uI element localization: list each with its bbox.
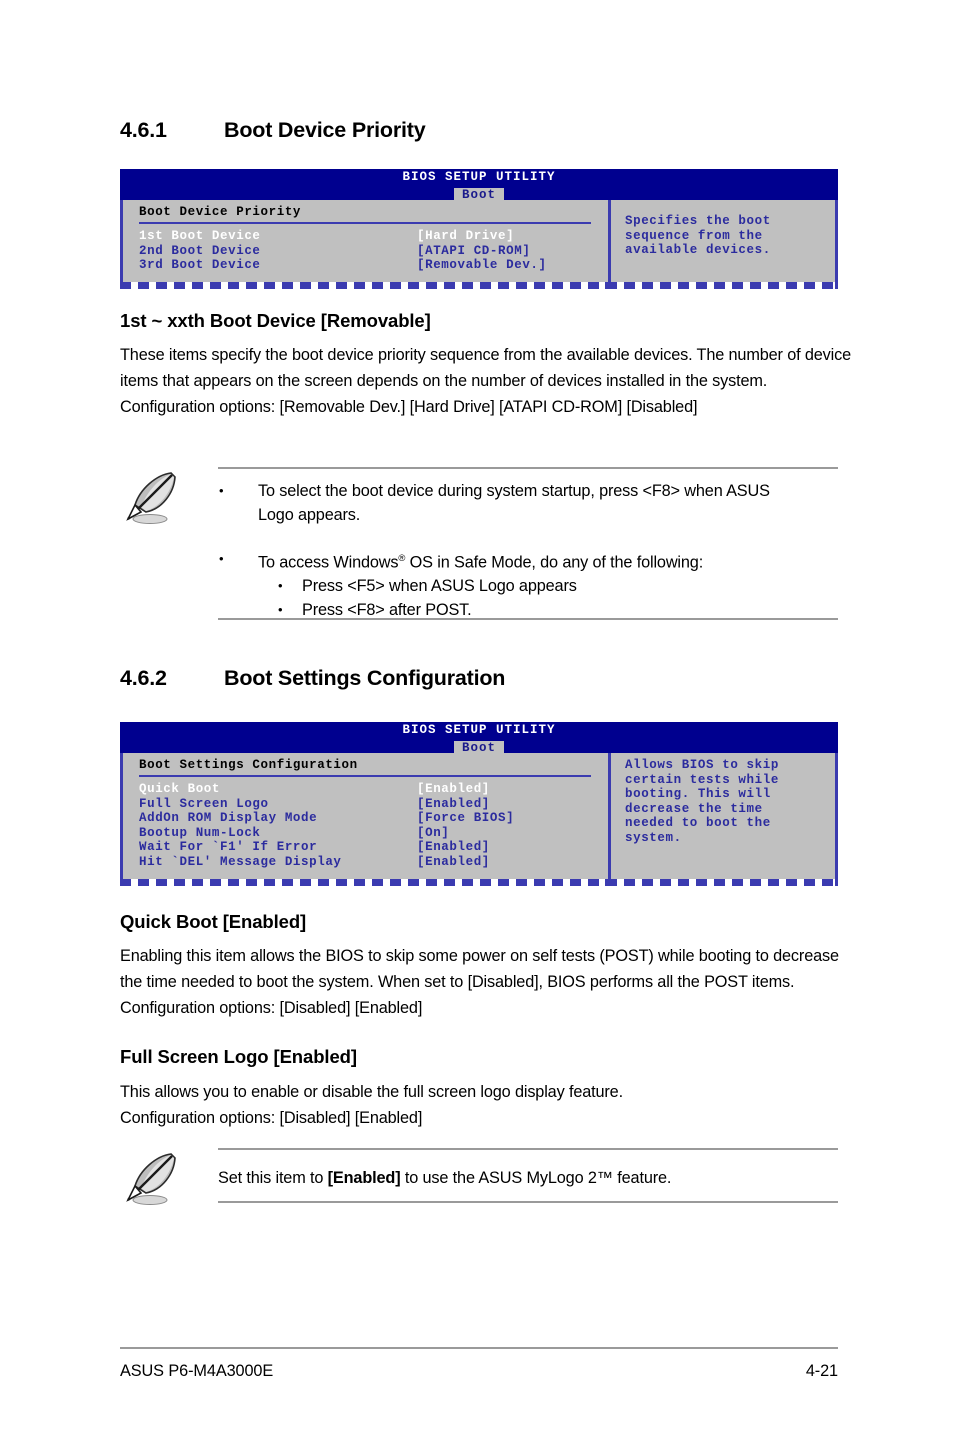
note-bullet-1-line1: To select the boot device during system … — [258, 482, 770, 500]
bios-torn-edge-1 — [120, 282, 838, 289]
bios-divider-2 — [139, 775, 591, 777]
quill-pen-icon — [126, 1153, 176, 1205]
bios-panel-title-1: Boot Device Priority — [139, 205, 302, 219]
bios-setting-row[interactable]: Wait For `F1' If Error [Enabled] — [139, 840, 608, 855]
bios-setting-row[interactable]: 3rd Boot Device [Removable Dev.] — [139, 258, 608, 273]
bios-setting-row[interactable]: Quick Boot [Enabled] — [139, 782, 608, 797]
note-subbullet-1-text: Press <F5> when ASUS Logo appears — [302, 577, 577, 596]
bios-setting-row[interactable]: AddOn ROM Display Mode [Force BIOS] — [139, 811, 608, 826]
footer-divider — [120, 1347, 838, 1349]
note-box-2: Set this item to [Enabled] to use the AS… — [120, 1148, 838, 1205]
bullet-glyph: • — [219, 551, 224, 566]
note-content-2: Set this item to [Enabled] to use the AS… — [218, 1166, 838, 1190]
bios-setting-row[interactable]: 1st Boot Device [Hard Drive] — [139, 229, 608, 244]
bios-setting-label: Wait For `F1' If Error — [139, 840, 318, 854]
bios-setting-label: Full Screen Logo — [139, 796, 269, 811]
section-heading-461: 4.6.1 Boot Device Priority — [120, 118, 426, 143]
note-rule-top-2 — [218, 1148, 838, 1150]
bios-setting-label: AddOn ROM Display Mode — [139, 811, 318, 825]
note-bullet-2-post: OS in Safe Mode, do any of the following… — [405, 553, 704, 572]
note-rule-bottom-1 — [218, 618, 838, 620]
bullet-glyph: • — [219, 483, 224, 498]
bios-setting-value: [Enabled] — [417, 782, 490, 796]
quill-pen-icon — [126, 472, 176, 524]
bios-screenshot-boot-settings-config: BIOS SETUP UTILITY Boot Boot Settings Co… — [120, 722, 838, 886]
note-2-text-bold: [Enabled] — [327, 1169, 401, 1187]
bios-help-pane-2: Allows BIOS to skip certain tests while bo… — [611, 753, 835, 879]
subheading-boot-device: 1st ~ xxth Boot Device [Removable] — [120, 310, 431, 331]
bios-setting-row[interactable]: Bootup Num-Lock [On] — [139, 826, 608, 841]
bios-utility-title-2: BIOS SETUP UTILITY — [402, 723, 556, 737]
paragraph-full-screen-logo: This allows you to enable or disable the… — [120, 1083, 623, 1127]
bios-title-bar-2: BIOS SETUP UTILITY Boot — [120, 722, 838, 756]
manual-page: 4.6.1 Boot Device Priority BIOS SETUP UTI… — [0, 0, 954, 1438]
bios-setting-value: [Force BIOS] — [417, 811, 515, 825]
bios-setting-label: 1st Boot Device — [139, 229, 261, 243]
note-subbullet-2-text: Press <F8> after POST. — [302, 601, 472, 620]
note-subbullet-1: • Press <F5> when ASUS Logo appears — [258, 574, 838, 598]
bios-setting-value: [Hard Drive] — [417, 229, 515, 243]
note-content-1: • To select the boot device during syste… — [218, 479, 838, 622]
bios-screenshot-boot-device-priority: BIOS SETUP UTILITY Boot Boot Device Prio… — [120, 169, 838, 289]
bios-setting-value: [ATAPI CD-ROM] — [417, 243, 531, 258]
paragraph-quick-boot: Enabling this item allows the BIOS to sk… — [120, 947, 839, 1017]
bios-help-text-2: Allows BIOS to skip certain tests while bo… — [625, 758, 779, 845]
bullet-glyph: • — [278, 578, 283, 594]
section-title-462: Boot Settings Configuration — [224, 666, 506, 690]
bios-body-2: Boot Settings Configuration Quick Boot [E… — [120, 753, 838, 879]
paragraph-boot-device: These items specify the boot device prio… — [120, 346, 852, 416]
note-bullet-1-line2: Logo appears. — [258, 506, 361, 524]
bios-setting-label: 2nd Boot Device — [139, 243, 261, 258]
note-bullet-2-pre: To access Windows — [258, 553, 399, 572]
section-number-462: 4.6.2 — [120, 666, 167, 690]
note-bullet-2: • To access Windows® OS in Safe Mode, do… — [218, 547, 838, 622]
bios-title-bar-1: BIOS SETUP UTILITY Boot — [120, 169, 838, 203]
bios-setting-row[interactable]: Full Screen Logo [Enabled] — [139, 797, 608, 812]
section-heading-462: 4.6.2 Boot Settings Configuration — [120, 666, 505, 691]
bios-divider-1 — [139, 222, 591, 224]
section-number-461: 4.6.1 — [120, 118, 167, 142]
bios-setting-value: [Enabled] — [417, 840, 490, 854]
bios-setting-row[interactable]: Hit `DEL' Message Display [Enabled] — [139, 855, 608, 870]
bios-help-text-1: Specifies the boot sequence from the avail… — [625, 214, 771, 257]
bios-setting-value: [Removable Dev.] — [417, 258, 547, 272]
note-rule-bottom-2 — [218, 1201, 838, 1203]
bios-setting-label: Quick Boot — [139, 782, 221, 796]
note-2-text-post: to use the ASUS MyLogo 2™ feature. — [400, 1169, 672, 1187]
bios-settings-pane-1: Boot Device Priority 1st Boot Device [Har… — [123, 200, 611, 282]
bios-help-pane-1: Specifies the boot sequence from the avail… — [611, 200, 835, 282]
note-rule-top-1 — [218, 467, 838, 469]
note-2-text-pre: Set this item to — [218, 1169, 328, 1187]
bios-setting-value: [Enabled] — [417, 854, 490, 869]
bios-utility-title-1: BIOS SETUP UTILITY — [402, 170, 556, 184]
bios-setting-value: [Enabled] — [417, 796, 490, 811]
bios-setting-label: Bootup Num-Lock — [139, 825, 261, 840]
bios-setting-label: 3rd Boot Device — [139, 258, 261, 272]
section-title-461: Boot Device Priority — [224, 118, 426, 142]
subheading-full-screen-logo: Full Screen Logo [Enabled] — [120, 1046, 357, 1067]
subheading-quick-boot: Quick Boot [Enabled] — [120, 911, 307, 932]
footer-page-number: 4-21 — [805, 1362, 838, 1380]
bios-setting-value: [On] — [417, 825, 450, 840]
bios-panel-title-2: Boot Settings Configuration — [139, 758, 358, 772]
bios-setting-label: Hit `DEL' Message Display — [139, 854, 342, 869]
bios-body-1: Boot Device Priority 1st Boot Device [Har… — [120, 200, 838, 282]
bios-settings-pane-2: Boot Settings Configuration Quick Boot [E… — [123, 753, 611, 879]
note-bullet-1: • To select the boot device during syste… — [218, 479, 838, 527]
footer-model-name: ASUS P6-M4A3000E — [120, 1362, 274, 1380]
bios-torn-edge-2 — [120, 879, 838, 886]
bios-setting-row[interactable]: 2nd Boot Device [ATAPI CD-ROM] — [139, 244, 608, 259]
note-box-1: • To select the boot device during syste… — [120, 467, 838, 622]
